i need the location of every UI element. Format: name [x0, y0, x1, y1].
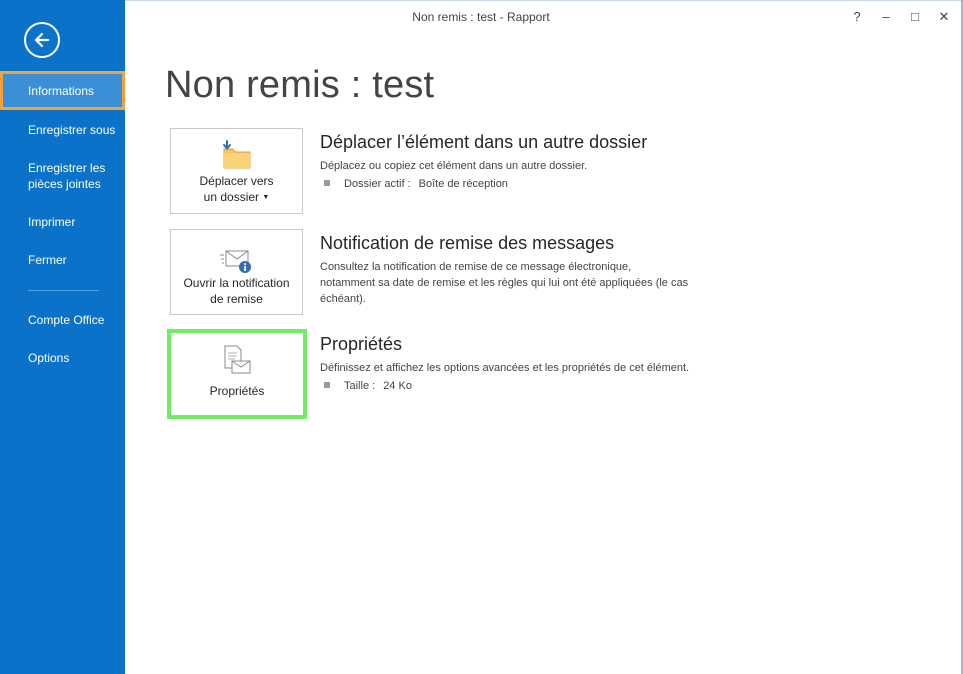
section-title: Notification de remise des messages [320, 233, 615, 253]
tile-label: Ouvrir la notification [183, 276, 290, 290]
property-label: Taille : [344, 380, 376, 392]
title-bar-border [125, 0, 963, 1]
backstage-nav: Informations Enregistrer sous Enregistre… [0, 0, 125, 674]
section-description-line: Consultez la notification de remise de c… [320, 261, 632, 273]
back-arrow-icon [34, 32, 50, 48]
nav-item-save-as[interactable]: Enregistrer sous [0, 122, 125, 138]
property-row: Dossier actif : Boîte de réception [324, 178, 508, 190]
nav-item-print[interactable]: Imprimer [0, 214, 125, 230]
open-delivery-notification-button[interactable]: Ouvrir la notification de remise [170, 229, 303, 315]
nav-item-label: Fermer [28, 253, 67, 267]
nav-divider [28, 290, 99, 291]
move-to-folder-icon [223, 140, 251, 169]
properties-button[interactable]: Propriétés [167, 329, 307, 419]
tile-label: un dossier ▼ [171, 189, 302, 206]
move-to-folder-button[interactable]: Déplacer vers un dossier ▼ [170, 128, 303, 214]
tile-label: de remise [210, 292, 263, 306]
close-button[interactable]: ✕ [933, 7, 955, 27]
section-description: Déplacez ou copiez cet élément dans un a… [320, 160, 588, 172]
nav-item-label: Enregistrer les pièces jointes [28, 161, 106, 191]
section-title: Propriétés [320, 334, 403, 354]
property-label: Dossier actif : [344, 178, 411, 190]
delivery-notification-icon [220, 250, 251, 273]
dropdown-arrow-icon: ▼ [262, 194, 270, 201]
nav-item-label: Compte Office [28, 313, 105, 327]
property-value: 24 Ko [383, 380, 412, 392]
window-title: Non remis : test - Rapport [412, 10, 550, 24]
back-button[interactable] [24, 22, 60, 58]
property-value: Boîte de réception [418, 178, 508, 190]
nav-item-informations[interactable]: Informations [0, 71, 125, 110]
tile-label: Déplacer vers [199, 174, 274, 188]
nav-item-options[interactable]: Options [0, 350, 125, 366]
page-title: Non remis : test [165, 64, 435, 106]
section-description-line: notamment sa date de remise et les règle… [320, 277, 689, 289]
tile-label: Propriétés [209, 384, 265, 398]
nav-item-close[interactable]: Fermer [0, 252, 125, 268]
minimize-button[interactable]: – [875, 7, 897, 27]
property-row: Taille : 24 Ko [324, 380, 412, 392]
maximize-button[interactable]: □ [904, 7, 926, 27]
nav-item-office-account[interactable]: Compte Office [0, 312, 125, 328]
properties-icon [224, 345, 251, 374]
nav-item-save-attachments[interactable]: Enregistrer les pièces jointes [0, 160, 118, 192]
tile-label-text: un dossier [203, 190, 260, 204]
nav-item-label: Informations [28, 84, 95, 98]
nav-item-label: Options [28, 351, 70, 365]
section-title: Déplacer l’élément dans un autre dossier [320, 132, 648, 152]
bullet-icon [324, 180, 330, 186]
nav-item-label: Enregistrer sous [28, 123, 116, 137]
help-button[interactable]: ? [846, 7, 868, 27]
nav-item-label: Imprimer [28, 215, 76, 229]
section-description-line: échéant). [320, 293, 366, 305]
bullet-icon [324, 382, 330, 388]
section-description: Définissez et affichez les options avanc… [320, 362, 690, 374]
